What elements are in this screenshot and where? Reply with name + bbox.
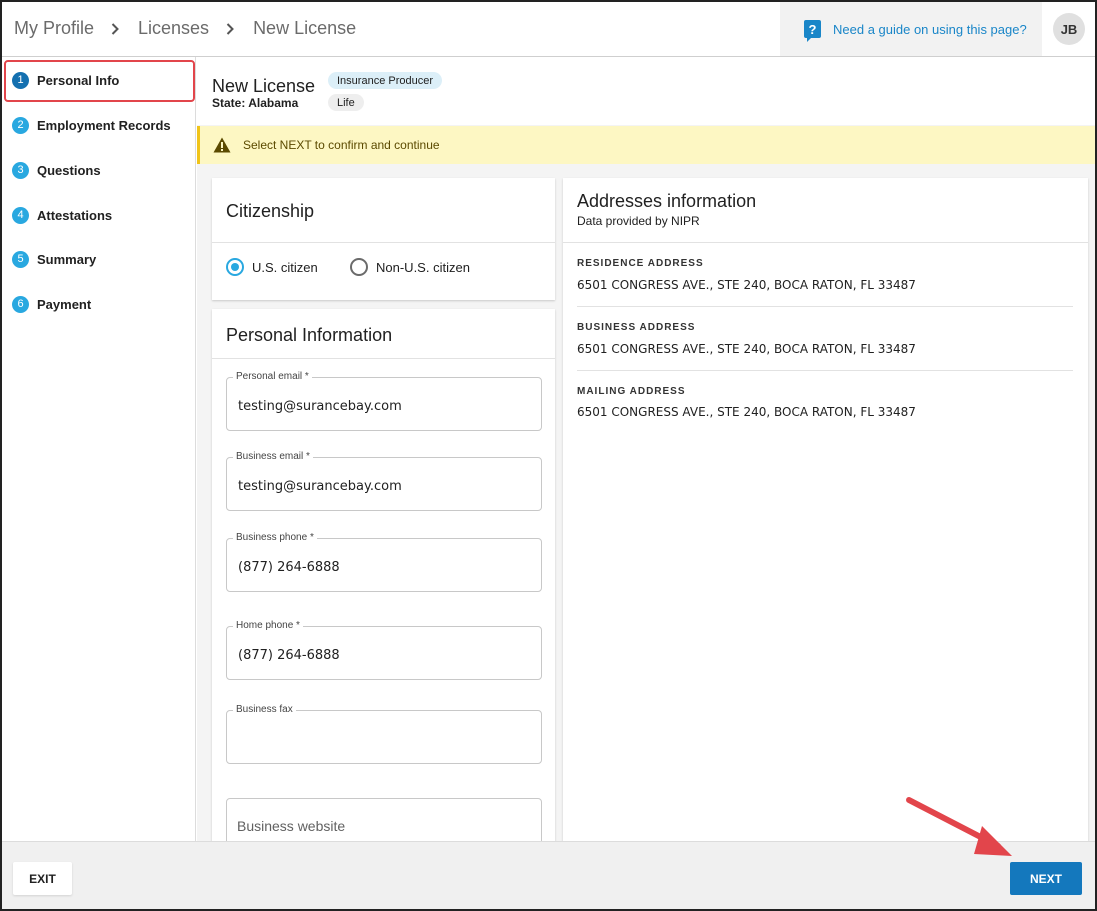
guide-link[interactable]: ? Need a guide on using this page? — [780, 2, 1042, 56]
breadcrumb-new-license: New License — [253, 18, 357, 38]
guide-link-text[interactable]: Need a guide on using this page? — [833, 22, 1027, 37]
step-label: Attestations — [37, 207, 113, 223]
chevron-right-icon — [225, 21, 235, 37]
personal-information-title: Personal Information — [226, 325, 393, 345]
step-number-badge: 5 — [12, 250, 29, 268]
personal-email-field[interactable]: Personal email * testing@surancebay.com — [226, 371, 542, 431]
step-label: Summary — [37, 251, 97, 267]
steps-sidebar: 1 Personal Info 2 Employment Records 3 Q… — [2, 57, 196, 841]
address-divider — [577, 370, 1073, 371]
step-label: Payment — [37, 296, 92, 312]
info-banner: Select NEXT to confirm and continue — [197, 126, 1095, 164]
exit-button[interactable]: EXIT — [13, 862, 72, 895]
warning-icon — [213, 137, 231, 153]
addresses-subtitle: Data provided by NIPR — [577, 214, 700, 228]
citizenship-card: Citizenship U.S. citizen Non-U.S. citize… — [212, 178, 555, 300]
sidebar-step-attestations[interactable]: 4 Attestations — [12, 204, 112, 226]
footer-bar: EXIT NEXT — [2, 841, 1095, 909]
business-address-label: BUSINESS ADDRESS — [577, 322, 696, 333]
next-button[interactable]: NEXT — [1010, 862, 1082, 895]
radio-us-citizen[interactable]: U.S. citizen — [226, 258, 318, 276]
avatar[interactable]: JB — [1053, 13, 1085, 45]
main-content: New License State: Alabama Insurance Pro… — [197, 57, 1095, 841]
field-label: Home phone * — [233, 620, 303, 631]
page-title: New License — [212, 76, 316, 96]
license-state: State: Alabama — [212, 96, 299, 110]
card-divider — [212, 242, 555, 243]
home-phone-field[interactable]: Home phone * (877) 264-6888 — [226, 620, 542, 680]
field-placeholder: Business website — [237, 818, 346, 834]
radio-label: U.S. citizen — [252, 259, 318, 275]
business-website-field[interactable]: Business website — [226, 798, 542, 841]
mailing-address-value: 6501 CONGRESS AVE., STE 240, BOCA RATON,… — [577, 405, 916, 419]
question-help-icon: ? — [804, 20, 821, 42]
step-number-badge: 1 — [12, 71, 29, 89]
step-label: Questions — [37, 162, 101, 178]
residence-address-value: 6501 CONGRESS AVE., STE 240, BOCA RATON,… — [577, 278, 916, 292]
radio-non-us-citizen[interactable]: Non-U.S. citizen — [350, 258, 470, 276]
step-number-badge: 6 — [12, 295, 29, 313]
field-value: (877) 264-6888 — [238, 648, 340, 663]
field-value: (877) 264-6888 — [238, 560, 340, 575]
step-label: Employment Records — [37, 117, 171, 133]
field-label: Business email * — [233, 451, 313, 462]
business-address-value: 6501 CONGRESS AVE., STE 240, BOCA RATON,… — [577, 342, 916, 356]
sidebar-step-personal-info[interactable]: 1 Personal Info — [12, 69, 119, 91]
license-type-chip: Insurance Producer — [328, 72, 442, 89]
residence-address-label: RESIDENCE ADDRESS — [577, 258, 704, 269]
sidebar-step-employment-records[interactable]: 2 Employment Records — [12, 114, 171, 136]
radio-label: Non-U.S. citizen — [376, 259, 470, 275]
radio-unselected-icon[interactable] — [350, 258, 368, 276]
business-phone-field[interactable]: Business phone * (877) 264-6888 — [226, 532, 542, 592]
step-number-badge: 4 — [12, 206, 29, 224]
citizenship-title: Citizenship — [226, 201, 315, 221]
field-label: Business fax — [233, 704, 296, 715]
sidebar-step-questions[interactable]: 3 Questions — [12, 159, 101, 181]
breadcrumb-licenses[interactable]: Licenses — [138, 18, 209, 39]
card-divider — [563, 242, 1088, 243]
top-header: My Profile Licenses New License ? Need a… — [2, 2, 1095, 57]
sidebar-step-payment[interactable]: 6 Payment — [12, 293, 91, 315]
business-fax-field[interactable]: Business fax — [226, 704, 542, 764]
step-number-badge: 2 — [12, 116, 29, 134]
banner-text: Select NEXT to confirm and continue — [243, 138, 440, 152]
app-window: My Profile Licenses New License ? Need a… — [0, 0, 1097, 911]
page-title-area: New License State: Alabama Insurance Pro… — [197, 57, 1095, 125]
address-divider — [577, 306, 1073, 307]
field-label: Business phone * — [233, 532, 317, 543]
mailing-address-label: MAILING ADDRESS — [577, 386, 686, 397]
field-label: Personal email * — [233, 371, 312, 382]
radio-selected-icon[interactable] — [226, 258, 244, 276]
card-divider — [212, 358, 555, 359]
sidebar-step-summary[interactable]: 5 Summary — [12, 248, 96, 270]
step-label: Personal Info — [37, 72, 120, 88]
step-number-badge: 3 — [12, 161, 29, 179]
breadcrumb-my-profile[interactable]: My Profile — [14, 18, 94, 39]
chevron-right-icon — [110, 21, 120, 37]
addresses-card: Addresses information Data provided by N… — [563, 178, 1088, 841]
addresses-title: Addresses information — [577, 191, 757, 211]
business-email-field[interactable]: Business email * testing@surancebay.com — [226, 451, 542, 511]
line-of-authority-chip: Life — [328, 94, 364, 111]
personal-information-card: Personal Information Personal email * te… — [212, 309, 555, 841]
field-value: testing@surancebay.com — [238, 399, 402, 414]
breadcrumb: My Profile Licenses New License — [14, 18, 356, 39]
field-value: testing@surancebay.com — [238, 479, 402, 494]
